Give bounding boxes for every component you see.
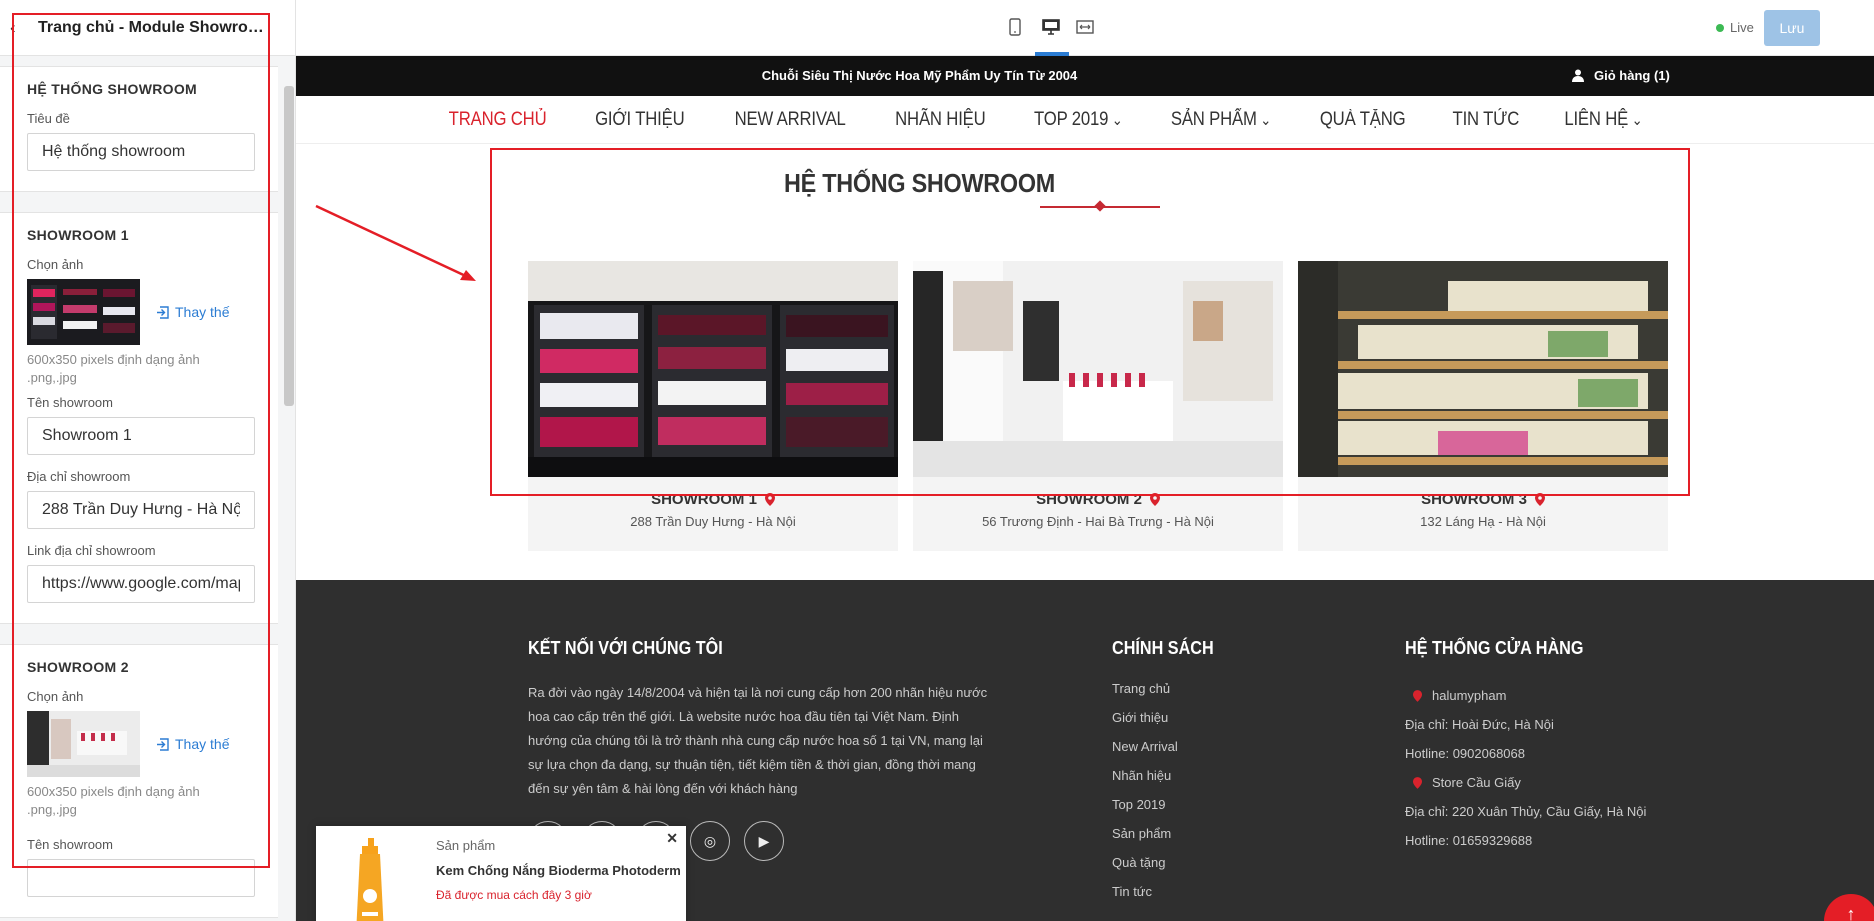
user-icon <box>1572 69 1584 82</box>
store-name: Store Cầu Giấy <box>1413 768 1805 797</box>
save-button[interactable]: Lưu <box>1764 10 1820 46</box>
annotation-box-sidebar <box>12 13 270 868</box>
chevron-down-icon: ⌄ <box>1628 111 1643 129</box>
live-label: Live <box>1730 20 1754 35</box>
footer-connect-title: KẾT NỐI VỚI CHÚNG TÔI <box>528 638 723 658</box>
store-list: halumypham Địa chỉ: Hoài Đức, Hà Nội Hot… <box>1405 681 1805 855</box>
nav-item[interactable]: TIN TỨC <box>1452 109 1519 131</box>
store-address: Địa chỉ: 220 Xuân Thủy, Cầu Giấy, Hà Nội <box>1405 804 1647 819</box>
top-bar: Chuỗi Siêu Thị Nước Hoa Mỹ Phẩm Uy Tín T… <box>296 56 1874 96</box>
nav-item-label: TOP 2019 <box>1033 108 1108 130</box>
recent-purchase-popup[interactable]: Sản phẩm Kem Chống Nắng Bioderma Photode… <box>316 826 686 921</box>
store-hotline: Hotline: 0902068068 <box>1405 746 1525 761</box>
live-status: Live <box>1716 20 1754 35</box>
product-image <box>316 826 436 921</box>
footer-stores: HỆ THỐNG CỬA HÀNG halumypham Địa chỉ: Ho… <box>1405 638 1805 855</box>
popup-text: Sản phẩm Kem Chống Nắng Bioderma Photode… <box>436 826 681 921</box>
popup-category: Sản phẩm <box>436 838 496 853</box>
main-nav: TRANG CHỦ GIỚI THIỆU NEW ARRIVAL NHÃN HIỆU T… <box>296 96 1874 144</box>
nav-item[interactable]: QUÀ TẶNG <box>1320 109 1406 131</box>
nav-item-label: NHÃN HIỆU <box>895 108 986 130</box>
nav-item[interactable]: TOP 2019 ⌄ <box>1034 109 1123 131</box>
nav-item-label: LIÊN HỆ <box>1564 108 1629 130</box>
policy-link[interactable]: New Arrival <box>1112 739 1225 768</box>
nav-item-label: TIN TỨC <box>1452 108 1519 130</box>
sidebar-scrollbar[interactable] <box>284 86 294 406</box>
map-pin-icon <box>1413 689 1422 702</box>
nav-item[interactable]: GIỚI THIỆU <box>595 108 685 131</box>
chevron-down-icon: ⌄ <box>1257 111 1272 129</box>
nav-item-label: QUÀ TẶNG <box>1320 108 1406 130</box>
nav-item-label: NEW ARRIVAL <box>734 108 846 130</box>
close-icon[interactable]: ✕ <box>666 830 678 847</box>
policy-link[interactable]: Giới thiệu <box>1112 710 1225 739</box>
policy-link[interactable]: Trang chủ <box>1112 681 1225 710</box>
fullwidth-icon[interactable] <box>1076 18 1094 36</box>
instagram-icon[interactable]: ◎ <box>690 821 730 861</box>
editor-toolbar: Live Lưu <box>296 0 1874 56</box>
policy-link[interactable]: Quà tặng <box>1112 855 1225 884</box>
store-address: Địa chỉ: Hoài Đức, Hà Nội <box>1405 717 1554 732</box>
policy-links: Trang chủ Giới thiệu New Arrival Nhãn hiệu T… <box>1112 681 1225 913</box>
footer-policy-title: CHÍNH SÁCH <box>1112 638 1214 658</box>
nav-item[interactable]: NHÃN HIỆU <box>895 108 986 131</box>
popup-product-name: Kem Chống Nắng Bioderma Photoderm <box>436 863 681 878</box>
footer-about-text: Ra đời vào ngày 14/8/2004 và hiện tại là… <box>528 685 988 796</box>
site-slogan: Chuỗi Siêu Thị Nước Hoa Mỹ Phẩm Uy Tín T… <box>761 68 1078 83</box>
popup-time: Đã được mua cách đây 3 giờ <box>436 888 592 902</box>
nav-item[interactable]: NEW ARRIVAL <box>734 109 845 131</box>
footer-stores-title: HỆ THỐNG CỬA HÀNG <box>1405 638 1584 658</box>
cart-link[interactable]: Giỏ hàng (1) <box>1572 68 1670 83</box>
policy-link[interactable]: Top 2019 <box>1112 797 1225 826</box>
live-dot-icon <box>1716 23 1724 32</box>
footer-policy: CHÍNH SÁCH Trang chủ Giới thiệu New Arriva… <box>1112 638 1225 913</box>
site-preview: Chuỗi Siêu Thị Nước Hoa Mỹ Phẩm Uy Tín T… <box>296 56 1874 921</box>
nav-item[interactable]: LIÊN HỆ ⌄ <box>1565 109 1643 131</box>
nav-item[interactable]: SẢN PHẨM ⌄ <box>1171 109 1271 131</box>
store-name-text: halumypham <box>1432 688 1507 703</box>
policy-link[interactable]: Sản phẩm <box>1112 826 1225 855</box>
nav-item-label: SẢN PHẨM <box>1171 108 1258 130</box>
map-pin-icon <box>1413 776 1422 789</box>
showroom-address: 132 Láng Hạ - Hà Nội <box>1420 514 1546 529</box>
mobile-icon[interactable] <box>1008 18 1024 36</box>
showroom-address: 288 Trần Duy Hưng - Hà Nội <box>630 514 796 529</box>
store-name: halumypham <box>1413 681 1805 710</box>
chevron-down-icon: ⌄ <box>1107 111 1123 129</box>
store-hotline: Hotline: 01659329688 <box>1405 833 1533 848</box>
showroom-address: 56 Trương Định - Hai Bà Trưng - Hà Nội <box>982 514 1214 529</box>
nav-item-label: TRANG CHỦ <box>448 108 547 130</box>
policy-link[interactable]: Nhãn hiệu <box>1112 768 1225 797</box>
policy-link[interactable]: Tin tức <box>1112 884 1225 913</box>
nav-item[interactable]: TRANG CHỦ <box>449 109 547 131</box>
cart-label: Giỏ hàng (1) <box>1594 68 1670 83</box>
nav-item-label: GIỚI THIỆU <box>595 108 685 130</box>
store-name-text: Store Cầu Giấy <box>1432 775 1521 790</box>
youtube-icon[interactable]: ▶ <box>744 821 784 861</box>
desktop-icon[interactable] <box>1042 18 1060 36</box>
device-switcher <box>1008 18 1094 36</box>
annotation-box-preview <box>490 148 1690 496</box>
